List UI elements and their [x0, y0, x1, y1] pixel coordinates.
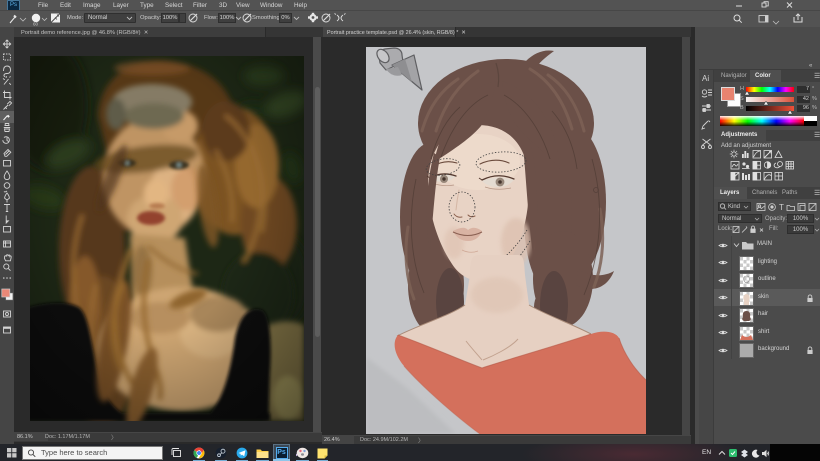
svg-text:Ai: Ai — [702, 74, 709, 83]
svg-text:T: T — [779, 203, 784, 212]
svg-text:60: 60 — [33, 22, 39, 27]
